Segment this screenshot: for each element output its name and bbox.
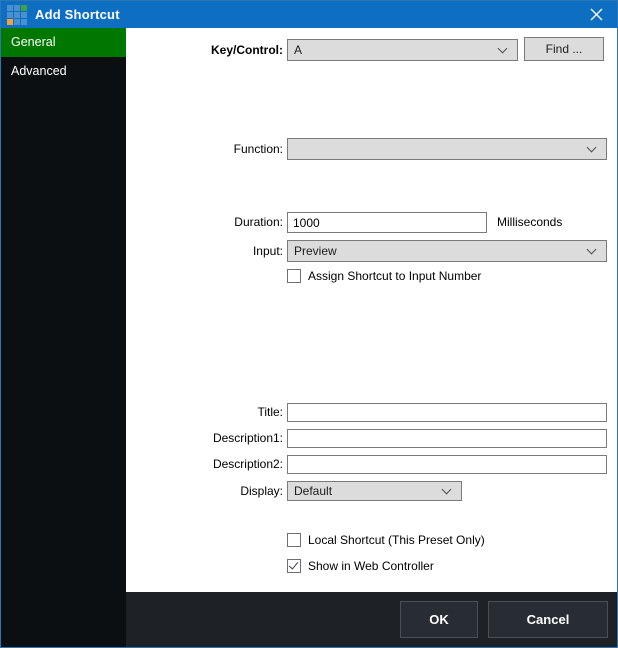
description2-label: Description2:	[126, 455, 283, 474]
description1-label: Description1:	[126, 429, 283, 448]
input-label: Input:	[126, 240, 283, 262]
form-panel: Key/Control: A Find ... Function: Durati…	[126, 28, 617, 592]
app-icon-cell	[14, 5, 20, 11]
cancel-button[interactable]: Cancel	[488, 601, 608, 638]
title-label: Title:	[126, 403, 283, 422]
input-value: Preview	[294, 244, 337, 258]
function-label: Function:	[126, 138, 283, 160]
display-value: Default	[294, 484, 332, 498]
web-controller-checkbox[interactable]: Show in Web Controller	[287, 558, 434, 573]
display-select[interactable]: Default	[287, 481, 462, 501]
input-select[interactable]: Preview	[287, 240, 607, 262]
sidebar-item-general[interactable]: General	[1, 28, 126, 57]
duration-label: Duration:	[126, 212, 283, 233]
window-title: Add Shortcut	[35, 7, 120, 22]
app-icon-cell	[14, 12, 20, 18]
close-button[interactable]	[575, 1, 617, 28]
footer: OK Cancel	[126, 592, 617, 647]
title-input[interactable]	[287, 403, 607, 422]
display-label: Display:	[126, 481, 283, 501]
app-icon-cell	[21, 12, 27, 18]
chevron-down-icon	[587, 143, 597, 153]
app-icon-cell	[14, 19, 20, 25]
app-icon	[7, 5, 27, 25]
assign-input-number-label: Assign Shortcut to Input Number	[308, 269, 481, 283]
description1-input[interactable]	[287, 429, 607, 448]
key-control-label: Key/Control:	[126, 39, 283, 61]
app-icon-cell	[7, 5, 13, 11]
assign-input-number-checkbox-box	[287, 269, 301, 283]
duration-input[interactable]	[287, 212, 487, 233]
milliseconds-label: Milliseconds	[497, 212, 562, 233]
app-icon-cell	[21, 5, 27, 11]
find-button[interactable]: Find ...	[524, 37, 604, 61]
sidebar: General Advanced	[1, 28, 126, 647]
local-shortcut-label: Local Shortcut (This Preset Only)	[308, 533, 485, 547]
function-select[interactable]	[287, 138, 607, 160]
web-controller-label: Show in Web Controller	[308, 559, 434, 573]
chevron-down-icon	[587, 245, 597, 255]
add-shortcut-window: Add Shortcut General Advanced Key/Contro…	[0, 0, 618, 648]
close-icon	[590, 8, 603, 21]
app-icon-cell	[7, 19, 13, 25]
chevron-down-icon	[498, 44, 508, 54]
checkmark-icon	[289, 559, 299, 569]
description2-input[interactable]	[287, 455, 607, 474]
local-shortcut-checkbox[interactable]: Local Shortcut (This Preset Only)	[287, 532, 485, 547]
web-controller-checkbox-box	[287, 559, 301, 573]
app-icon-cell	[7, 12, 13, 18]
chevron-down-icon	[442, 485, 452, 495]
key-control-select[interactable]: A	[287, 39, 518, 61]
assign-input-number-checkbox[interactable]: Assign Shortcut to Input Number	[287, 268, 481, 283]
titlebar: Add Shortcut	[1, 1, 617, 28]
app-icon-cell	[21, 19, 27, 25]
local-shortcut-checkbox-box	[287, 533, 301, 547]
sidebar-item-advanced[interactable]: Advanced	[1, 57, 126, 86]
ok-button[interactable]: OK	[400, 601, 478, 638]
key-control-value: A	[294, 43, 302, 57]
